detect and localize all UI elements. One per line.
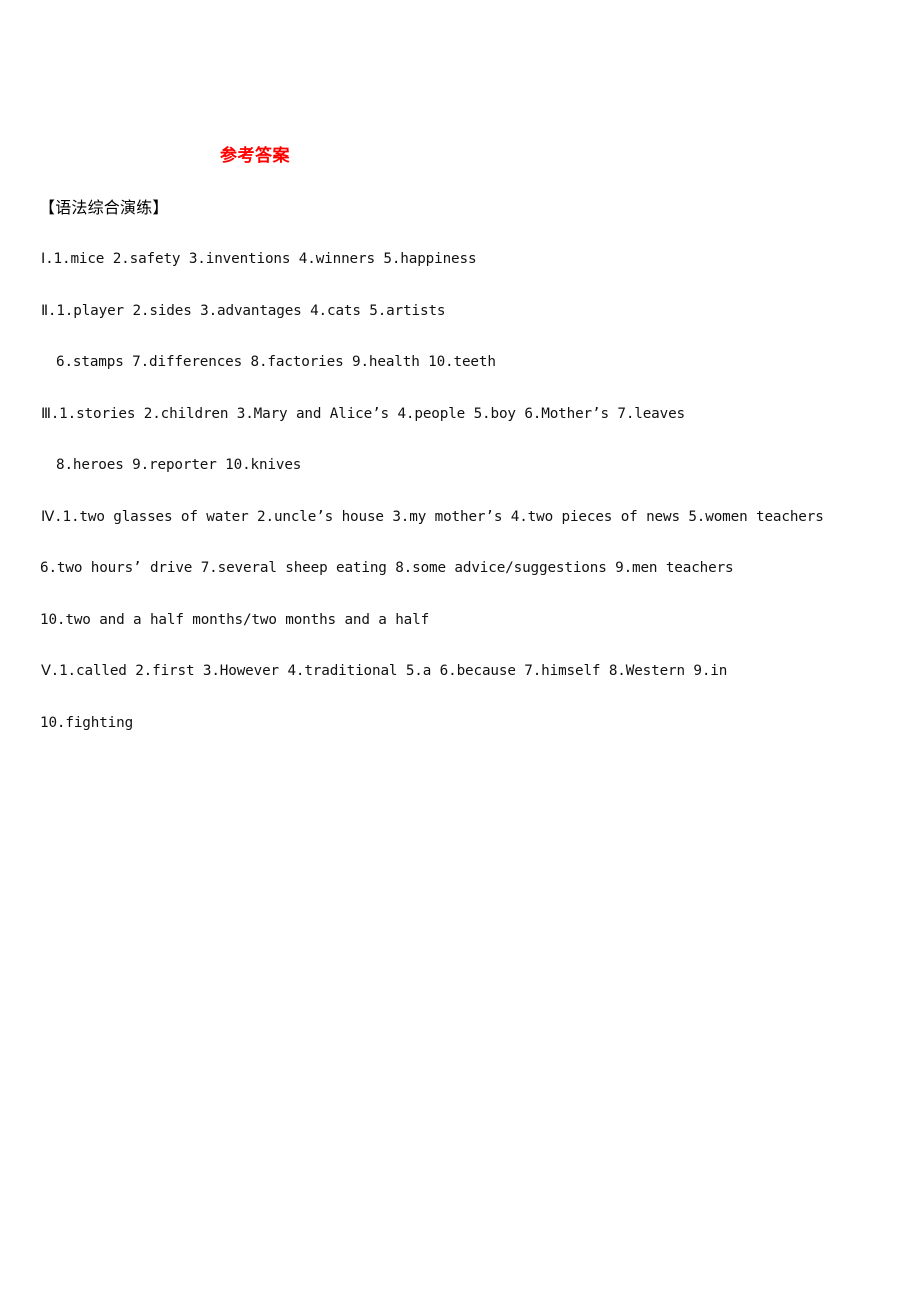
answer-line: Ⅳ.1.two glasses of water 2.uncle’s house…	[0, 506, 920, 558]
answer-key-body: Ⅰ.1.mice 2.safety 3.inventions 4.winners…	[0, 248, 920, 763]
answer-line-text: Ⅲ.1.stories 2.children 3.Mary and Alice’…	[41, 405, 686, 422]
answer-line-text: Ⅳ.1.two glasses of water 2.uncle’s house…	[41, 508, 824, 525]
document-page: 参考答案 【语法综合演练】 Ⅰ.1.mice 2.safety 3.invent…	[0, 0, 920, 1302]
answer-line-text: Ⅴ.1.called 2.first 3.However 4.tradition…	[41, 663, 728, 679]
answer-line: 6.stamps 7.differences 8.factories 9.hea…	[0, 351, 920, 403]
answer-line: 8.heroes 9.reporter 10.knives	[0, 454, 920, 506]
answer-line: Ⅴ.1.called 2.first 3.However 4.tradition…	[0, 660, 920, 712]
answer-line-text: 8.heroes 9.reporter 10.knives	[56, 457, 302, 473]
answer-line-text: 10.fighting	[40, 714, 134, 731]
section-heading-grammar-practice: 【语法综合演练】	[39, 198, 169, 217]
answer-line: 6.two hours’ drive 7.several sheep eatin…	[0, 557, 920, 609]
answer-line-text: 10.two and a half months/two months and …	[40, 611, 430, 628]
answer-line: 10.two and a half months/two months and …	[0, 609, 920, 661]
answer-line: 10.fighting	[0, 712, 920, 764]
answer-line-text: Ⅱ.1.player 2.sides 3.advantages 4.cats 5…	[41, 302, 446, 319]
answer-line: Ⅱ.1.player 2.sides 3.advantages 4.cats 5…	[0, 300, 920, 352]
answer-line-text: 6.stamps 7.differences 8.factories 9.hea…	[56, 354, 496, 370]
page-title: 参考答案	[220, 146, 290, 166]
answer-line-text: 6.two hours’ drive 7.several sheep eatin…	[40, 560, 734, 576]
answer-line: Ⅰ.1.mice 2.safety 3.inventions 4.winners…	[0, 248, 920, 300]
answer-line-text: Ⅰ.1.mice 2.safety 3.inventions 4.winners…	[41, 251, 477, 267]
answer-line: Ⅲ.1.stories 2.children 3.Mary and Alice’…	[0, 403, 920, 455]
